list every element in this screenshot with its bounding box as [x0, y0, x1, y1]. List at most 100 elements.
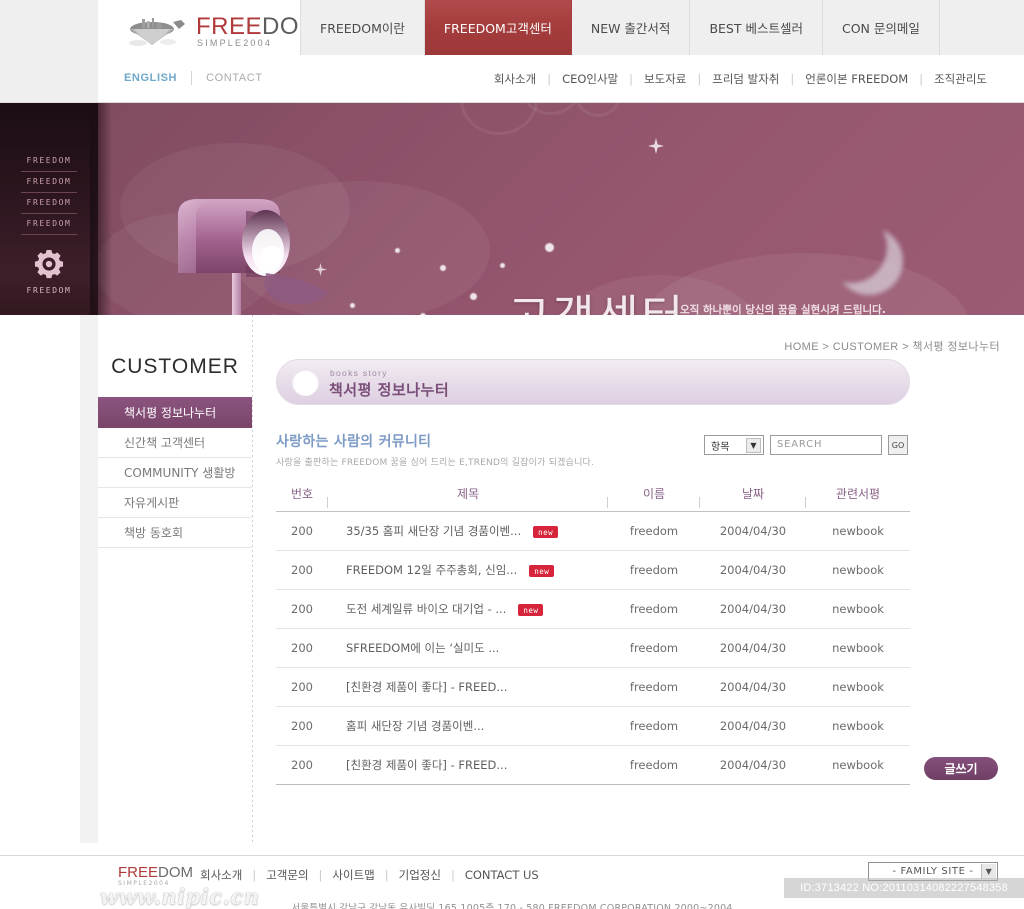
page-root: FREEDOM SIMPLE2004 FREEDOM이란 FREEDOM고객센터 N… — [0, 0, 1024, 909]
utilnav-item[interactable]: 언론이본 FREEDOM — [794, 71, 919, 87]
chevron-down-icon[interactable]: ▼ — [746, 438, 761, 453]
subnav-left-filler — [0, 55, 98, 102]
search-go-button[interactable]: GO — [888, 435, 908, 455]
cell-name: freedom — [608, 628, 700, 668]
post-title-link[interactable]: 홈피 새단장 기념 경품이벤... — [346, 719, 484, 733]
contact-link[interactable]: CONTACT — [192, 72, 277, 84]
sidebar-item[interactable]: COMMUNITY 생활방 — [98, 458, 252, 488]
post-title-link[interactable]: FREEDOM 12일 주주총회, 신임... — [346, 563, 517, 577]
sidebar-item[interactable]: 책서평 정보나누터 — [98, 397, 252, 428]
cell-rel: newbook — [806, 745, 910, 785]
decor-ring-cloud — [575, 103, 621, 117]
main-nav-tab[interactable]: NEW 출간서적 — [571, 0, 691, 55]
cell-no: 200 — [276, 589, 328, 629]
cell-title[interactable]: 35/35 홈피 새단장 기념 경품이벤... new — [328, 511, 608, 551]
table-column-header: 번호 — [276, 478, 328, 512]
watermark-id-bar: ID:3713422 NO:20110314082227548358 — [784, 878, 1024, 898]
cell-rel: newbook — [806, 667, 910, 707]
footer-link[interactable]: 사이트맵 — [322, 867, 384, 883]
table-row[interactable]: 200 [친환경 제품이 좋다] - FREED... freedom 2004/04… — [276, 667, 910, 707]
cell-date: 2004/04/30 — [700, 589, 806, 629]
left-rail — [80, 315, 98, 843]
cell-title[interactable]: [친환경 제품이 좋다] - FREED... — [328, 667, 608, 707]
table-row[interactable]: 200 홈피 새단장 기념 경품이벤... freedom 2004/04/30 new… — [276, 706, 910, 746]
main-nav-tab[interactable]: CON 문의메일 — [822, 0, 940, 55]
post-title-link[interactable]: 35/35 홈피 새단장 기념 경품이벤... — [346, 524, 521, 538]
cell-date: 2004/04/30 — [700, 706, 806, 746]
table-row[interactable]: 200 FREEDOM 12일 주주총회, 신임... new freedom 2004… — [276, 550, 910, 590]
cell-name: freedom — [608, 667, 700, 707]
post-title-link[interactable]: [친환경 제품이 좋다] - FREED... — [346, 758, 507, 772]
gear-icon — [34, 249, 64, 279]
table-row[interactable]: 200 도전 세계일류 바이오 대기업 - ... new freedom 2004/0… — [276, 589, 910, 629]
table-row[interactable]: 200 SFREEDOM에 이는 ‘실미도 ... freedom 2004/04/3… — [276, 628, 910, 668]
footer-link[interactable]: 고객문의 — [256, 867, 318, 883]
cell-title[interactable]: SFREEDOM에 이는 ‘실미도 ... — [328, 628, 608, 668]
main-nav-tab[interactable]: FREEDOM고객센터 — [424, 0, 572, 55]
cell-no: 200 — [276, 511, 328, 551]
footer-link[interactable]: 기업정신 — [389, 867, 451, 883]
cell-title[interactable]: FREEDOM 12일 주주총회, 신임... new — [328, 550, 608, 590]
utilnav-item[interactable]: 회사소개 — [483, 71, 547, 87]
post-title-link[interactable]: 도전 세계일류 바이오 대기업 - ... — [346, 602, 506, 616]
cell-title[interactable]: 도전 세계일류 바이오 대기업 - ... new — [328, 589, 608, 629]
search-category-select[interactable]: 항목 ▼ — [704, 435, 764, 455]
post-title-link[interactable]: [친환경 제품이 좋다] - FREED... — [346, 680, 507, 694]
main-nav-tab[interactable]: FREEDOM이란 — [300, 0, 425, 55]
sidebar-item[interactable]: 신간책 고객센터 — [98, 428, 252, 458]
utilnav-item[interactable]: 조직관리도 — [923, 71, 998, 87]
table-column-header: 날짜 — [700, 478, 806, 512]
cell-name: freedom — [608, 550, 700, 590]
footer-navigation: 회사소개 | 고객문의 | 사이트맵 | 기업정신 | CONTACT US — [190, 867, 549, 883]
cell-name: freedom — [608, 511, 700, 551]
search-input[interactable]: SEARCH — [770, 435, 882, 455]
hero-side-item[interactable]: FREEDOM — [21, 151, 77, 172]
hero-side-item[interactable]: FREEDOM — [21, 172, 77, 193]
sidebar-item[interactable]: 책방 동호회 — [98, 518, 252, 548]
footer-logo[interactable]: FREEDOM — [118, 864, 193, 881]
watermark-text: www.nipic.cn — [100, 884, 260, 909]
hero-banner: 고객센터 오직 하나뿐이 당신의 꿈을 실현시켜 드립니다. 밝은 미래와 희망… — [0, 103, 1024, 315]
floating-island-icon — [129, 18, 185, 46]
section-header: 사랑하는 사람의 커뮤니티 사랑을 출판하는 FREEDOM 꿈을 심어 드리는… — [276, 431, 910, 468]
table-header-row: 번호 제목 이름 날짜 관련서평 — [276, 478, 910, 512]
vertical-dashed-divider — [252, 315, 253, 843]
footer-link[interactable]: CONTACT US — [455, 868, 549, 882]
cell-name: freedom — [608, 589, 700, 629]
hero-subtitle-line1: 오직 하나뿐이 당신의 꿈을 실현시켜 드립니다. — [680, 304, 886, 315]
utilnav-item[interactable]: 프리덤 발자취 — [701, 71, 790, 87]
table-row[interactable]: 200 35/35 홈피 새단장 기념 경품이벤... new freedom 2004… — [276, 511, 910, 551]
cell-rel: newbook — [806, 706, 910, 746]
star-icon — [648, 138, 664, 154]
mailbox-icon — [178, 199, 328, 315]
utilnav-item[interactable]: 보도자료 — [633, 71, 697, 87]
utilnav-item[interactable]: CEO인사말 — [551, 71, 629, 87]
english-link[interactable]: ENGLISH — [110, 72, 191, 84]
write-button[interactable]: 글쓰기 — [924, 757, 998, 780]
crescent-moon-icon — [815, 211, 887, 283]
table-column-header: 이름 — [608, 478, 700, 512]
post-title-link[interactable]: SFREEDOM에 이는 ‘실미도 ... — [346, 641, 499, 655]
cell-no: 200 — [276, 550, 328, 590]
main-nav-tab[interactable]: BEST 베스트셀러 — [690, 0, 823, 55]
hero-subtitle: 오직 하나뿐이 당신의 꿈을 실현시켜 드립니다. 밝은 미래와 희망이 가득한… — [680, 302, 934, 315]
footer-logo-dom: DOM — [158, 864, 194, 881]
table-row[interactable]: 200 [친환경 제품이 좋다] - FREED... freedom 2004/04… — [276, 745, 910, 785]
hero-title: 고객센터 — [508, 281, 685, 315]
cell-title[interactable]: [친환경 제품이 좋다] - FREED... — [328, 745, 608, 785]
footer-logo-free: FREE — [118, 864, 159, 881]
sidebar-item[interactable]: 자유게시판 — [98, 488, 252, 518]
board-table-head: 번호 제목 이름 날짜 관련서평 — [276, 478, 910, 512]
sub-navigation-bar: ENGLISH CONTACT 회사소개 | CEO인사말 | 보도자료 | 프리덤 발자취… — [0, 55, 1024, 103]
cell-no: 200 — [276, 745, 328, 785]
hero-side-item[interactable]: FREEDOM — [21, 193, 77, 214]
footer-link[interactable]: 회사소개 — [190, 867, 252, 883]
site-logo[interactable]: FREEDOM SIMPLE2004 — [98, 0, 319, 55]
utility-navigation: 회사소개 | CEO인사말 | 보도자료 | 프리덤 발자취 | 언론이본 FREEDOM | 조직… — [483, 71, 998, 87]
chevron-down-icon[interactable]: ▼ — [981, 864, 996, 879]
search-controls: 항목 ▼ SEARCH GO — [704, 435, 908, 455]
cell-rel: newbook — [806, 550, 910, 590]
cell-title[interactable]: 홈피 새단장 기념 경품이벤... — [328, 706, 608, 746]
panel-title: 책서평 정보나누터 — [329, 381, 450, 399]
hero-side-item[interactable]: FREEDOM — [21, 214, 77, 235]
